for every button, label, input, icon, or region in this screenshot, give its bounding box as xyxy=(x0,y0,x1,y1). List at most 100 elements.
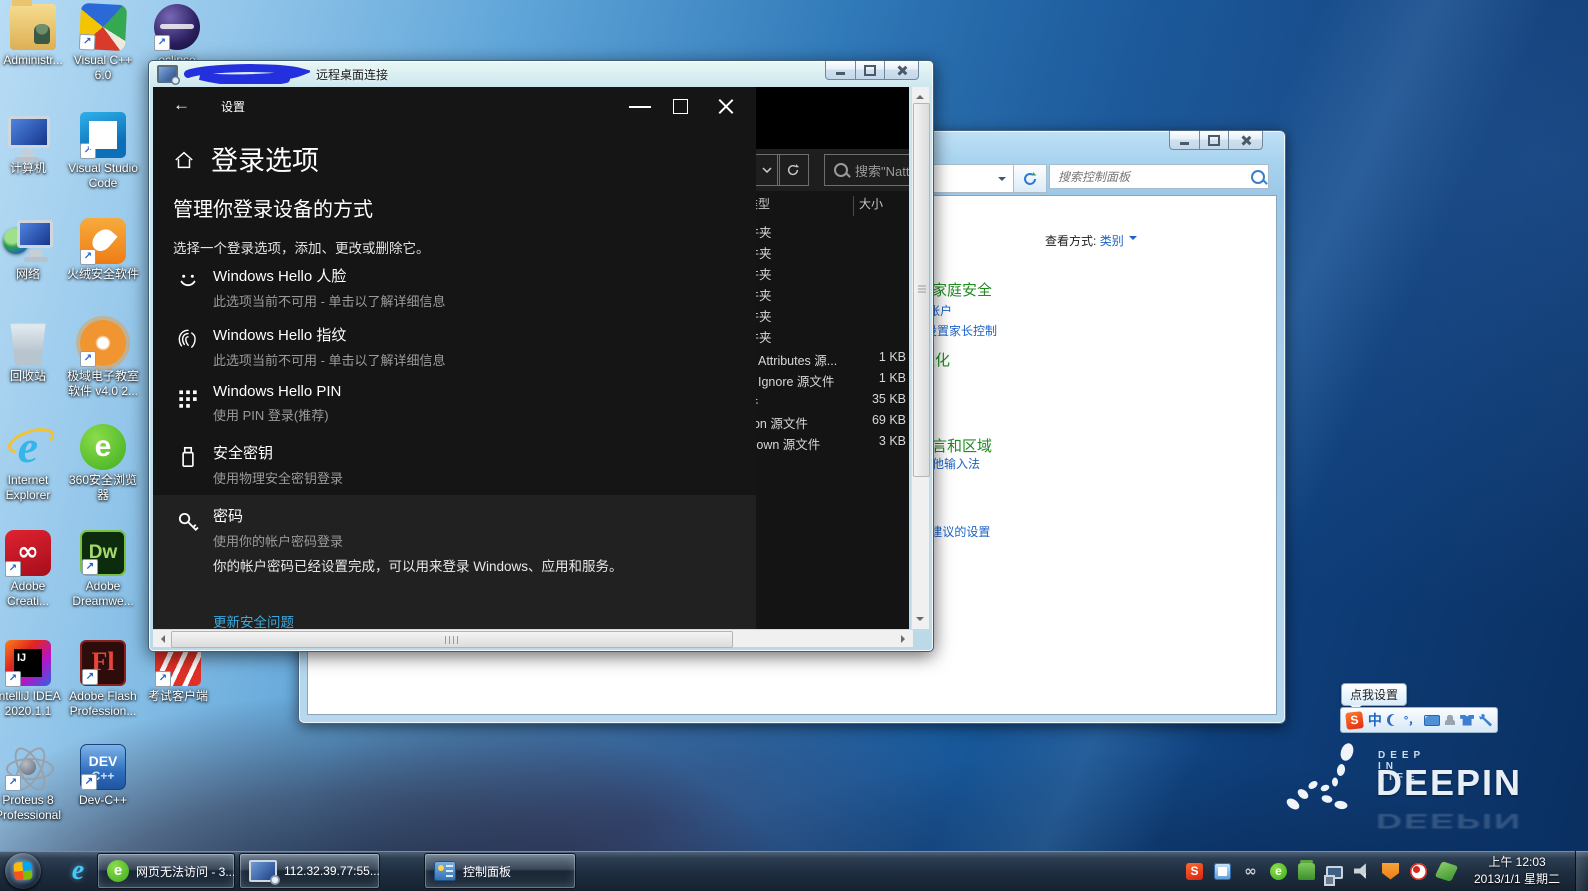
close-button[interactable] xyxy=(1229,131,1263,150)
desktop-icon-internet-explorer[interactable]: e Internet Explorer xyxy=(0,424,67,503)
internet-explorer-icon: e xyxy=(5,424,51,470)
desktop-icon-eclipse[interactable]: ↗ eclipse xyxy=(138,4,216,68)
tray-network-icon[interactable] xyxy=(1326,866,1343,879)
settings-titlebar[interactable]: ← 设置 xyxy=(153,87,756,121)
maximize-button[interactable] xyxy=(673,99,688,114)
sogou-icon[interactable]: S xyxy=(1345,711,1364,730)
soft-keyboard-icon[interactable] xyxy=(1424,715,1440,726)
home-icon[interactable] xyxy=(173,149,195,171)
close-button[interactable] xyxy=(885,61,919,80)
taskbar-clock[interactable]: 上午 12:03 2013/1/1 星期二 xyxy=(1462,854,1572,888)
settings-wrench-icon[interactable] xyxy=(1479,714,1492,727)
show-desktop-button[interactable] xyxy=(1575,851,1588,891)
horizontal-scrollbar-thumb[interactable] xyxy=(171,631,733,648)
taskbar-button-control-panel[interactable]: 控制面板 xyxy=(424,853,576,889)
settings-window: ← 设置 登录选项 管理你登录设备的方式 选择一个登录选项，添加、更改或删除它。 xyxy=(153,87,756,629)
address-dropdown-icon[interactable] xyxy=(998,177,1006,185)
vscode-icon: ↗ xyxy=(80,112,126,158)
desktop-icon-vscode[interactable]: ↗ Visual Studio Code xyxy=(64,112,142,191)
tray-360-icon[interactable]: e xyxy=(1270,863,1287,880)
maximize-button[interactable] xyxy=(1200,131,1229,150)
view-by: 查看方式: 类别 xyxy=(1045,232,1137,249)
network-icon xyxy=(5,218,51,264)
back-button[interactable]: ← xyxy=(173,95,190,115)
signin-option-security-key[interactable]: 安全密钥 使用物理安全密钥登录 xyxy=(213,442,343,487)
shortcut-arrow-icon: ↗ xyxy=(5,671,21,687)
desktop-icon-flash[interactable]: Fl↗ Adobe Flash Profession... xyxy=(64,640,142,719)
tray-huorong-icon[interactable] xyxy=(1382,863,1399,880)
punctuation-toggle[interactable]: °， xyxy=(1404,712,1419,728)
eclipse-icon: ↗ xyxy=(154,4,200,50)
tray-volume-muted-icon[interactable] xyxy=(1354,863,1371,880)
rdp-titlebar[interactable]: 远程桌面连接 xyxy=(149,61,933,87)
tray-diamond-icon[interactable] xyxy=(1435,861,1459,882)
account-icon[interactable] xyxy=(1445,715,1455,725)
signin-option-face[interactable]: Windows Hello 人脸 此选项当前不可用 - 单击以了解详细信息 xyxy=(213,265,446,310)
desktop-icon-devcpp[interactable]: DEVC++↗ Dev-C++ xyxy=(64,744,142,808)
file-row-size: 69 KB xyxy=(858,413,906,427)
fingerprint-icon xyxy=(175,326,201,352)
tray-exam-icon[interactable] xyxy=(1410,863,1427,880)
explorer-refresh-button[interactable] xyxy=(777,154,809,186)
desktop-icon-computer[interactable]: 计算机 xyxy=(0,112,67,176)
desktop-icon-proteus[interactable]: ↗ Proteus 8 Professional xyxy=(0,744,67,823)
desktop-icon-visual-cpp[interactable]: ↗ Visual C++ 6.0 xyxy=(64,4,142,83)
file-row-type[interactable]: Ignore 源文件 xyxy=(758,371,834,390)
control-panel-search-input[interactable] xyxy=(1049,164,1269,189)
signin-option-password[interactable]: 密码 使用你的帐户密码登录 你的帐户密码已经设置完成，可以用来登录 Window… xyxy=(153,495,756,629)
password-option-text: 密码 使用你的帐户密码登录 xyxy=(213,505,343,550)
proteus-icon: ↗ xyxy=(5,744,51,790)
skin-icon[interactable] xyxy=(1460,715,1474,726)
fullwidth-moon-icon[interactable] xyxy=(1387,714,1399,726)
file-row-type[interactable]: Attributes 源... xyxy=(758,350,837,369)
desktop-icon-network[interactable]: 网络 xyxy=(0,218,67,282)
tray-jiyu-icon[interactable] xyxy=(1214,863,1231,880)
signin-option-fingerprint[interactable]: Windows Hello 指纹 此选项当前不可用 - 单击以了解详细信息 xyxy=(213,324,446,369)
minimize-button[interactable] xyxy=(629,106,651,108)
file-row-size: 1 KB xyxy=(858,350,906,364)
icon-label: 回收站 xyxy=(0,369,67,384)
minimize-button[interactable] xyxy=(825,61,856,80)
language-bar[interactable]: S 中 °， xyxy=(1340,707,1498,733)
minimize-button[interactable] xyxy=(1169,131,1200,150)
close-button[interactable] xyxy=(718,98,734,114)
desktop-icon-360-browser[interactable]: e 360安全浏览器 xyxy=(64,424,142,503)
tray-sogou-icon[interactable]: S xyxy=(1186,863,1203,880)
input-mode-chinese[interactable]: 中 xyxy=(1368,710,1382,730)
icon-label: Administr... xyxy=(0,53,72,68)
refresh-icon xyxy=(786,163,800,177)
tray-green-can-icon[interactable] xyxy=(1298,863,1315,880)
maximize-button[interactable] xyxy=(856,61,885,80)
horizontal-scrollbar[interactable] xyxy=(153,629,913,647)
desktop-icon-recycle-bin[interactable]: 回收站 xyxy=(0,320,67,384)
desktop-icon-administrator[interactable]: Administr... xyxy=(0,4,72,68)
shortcut-arrow-icon: ↗ xyxy=(5,775,21,791)
explorer-search-box[interactable]: 搜索"Natte xyxy=(824,154,909,186)
censored-hostname-scribble xyxy=(182,64,310,84)
taskbar-ie-pinned[interactable]: e xyxy=(58,855,98,887)
window-controls xyxy=(1169,131,1263,150)
signin-option-pin[interactable]: Windows Hello PIN 使用 PIN 登录(推荐) xyxy=(213,383,341,424)
icon-label: Internet Explorer xyxy=(0,473,67,503)
refresh-button[interactable] xyxy=(1013,164,1047,193)
chevron-down-icon xyxy=(762,167,772,173)
taskbar-button-rdp[interactable]: 112.32.39.77:55... xyxy=(239,853,380,889)
start-button[interactable] xyxy=(5,853,41,889)
vertical-scrollbar-thumb[interactable] xyxy=(913,103,930,477)
desktop-icon-jiyu[interactable]: ↗ 极域电子教室软件 v4.0 2... xyxy=(64,320,142,399)
update-security-questions-link[interactable]: 更新安全问题 xyxy=(213,611,294,629)
face-icon xyxy=(175,267,201,293)
icon-label: 火绒安全软件 xyxy=(64,267,142,282)
desktop-icon-intellij[interactable]: IJ↗ IntelliJ IDEA 2020.1.1 xyxy=(0,640,67,719)
sogou-tooltip: 点我设置 xyxy=(1341,683,1407,706)
vertical-scrollbar[interactable] xyxy=(911,87,929,629)
view-by-category-link[interactable]: 类别 xyxy=(1100,234,1124,248)
taskbar-button-360[interactable]: e 网页无法访问 - 3... xyxy=(97,853,235,889)
tray-creative-cloud-icon[interactable]: ∞ xyxy=(1242,863,1259,880)
desktop-icon-adobe-cc[interactable]: ∞↗ Adobe Creati... xyxy=(0,530,67,609)
desktop-icon-huorong[interactable]: ↗ 火绒安全软件 xyxy=(64,218,142,282)
adobe-cc-icon: ∞↗ xyxy=(5,530,51,576)
icon-label: Visual Studio Code xyxy=(64,161,142,191)
column-size[interactable]: 大小 xyxy=(859,195,883,212)
desktop-icon-dreamweaver[interactable]: Dw↗ Adobe Dreamwe... xyxy=(64,530,142,609)
